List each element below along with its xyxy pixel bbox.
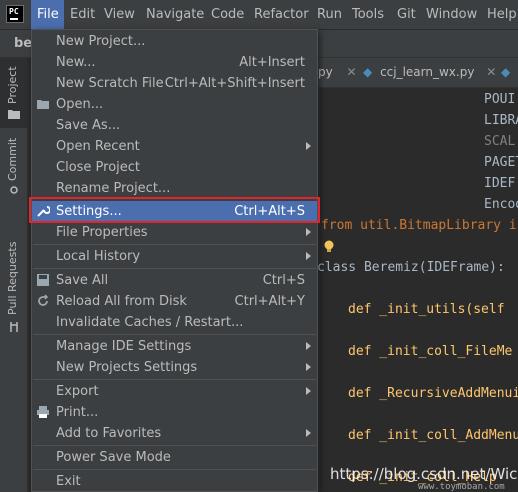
menu-code[interactable]: Code [211,0,244,30]
menu-separator [33,244,316,245]
submenu-arrow-icon [306,363,311,371]
commit-icon [10,186,18,194]
menu-item-manage-ide-settings[interactable]: Manage IDE Settings [32,336,317,357]
python-file-icon: ◆ [363,65,373,79]
menu-item-power-save-mode[interactable]: Power Save Mode [32,447,317,468]
code-line-class: class Beremiz(IDEFrame): [317,260,505,275]
tool-tab-project-label: Project [6,66,19,104]
menu-item-open-recent[interactable]: Open Recent [32,136,317,157]
menu-item-open[interactable]: Open... [32,94,317,115]
submenu-arrow-icon [306,228,311,236]
code-text: class Beremiz(IDEFrame): [317,260,505,275]
code-text: def _init_coll_FileMe [348,344,513,359]
editor-tab[interactable]: py ✕ [318,58,357,87]
code-line-def: def _init_utils(self [348,302,505,317]
code-text: from util.BitmapLibrary i [321,218,517,233]
menu-run[interactable]: Run [317,0,342,30]
code-token: IDEF [484,176,516,191]
menu-item-new[interactable]: New... Alt+Insert [32,52,317,73]
submenu-arrow-icon [306,429,311,437]
settings-highlight-box [29,197,320,223]
code-line-def: def _init_coll_AddMenu [348,428,518,443]
code-token: POUI [484,92,516,107]
close-icon[interactable]: ✕ [486,65,496,79]
menu-help[interactable]: Help [487,0,517,30]
lightbulb-icon[interactable] [324,240,334,253]
reload-icon [38,294,49,306]
menu-file[interactable]: File [31,0,64,30]
menu-bar: PC File Edit View Navigate Code Refactor… [0,0,518,30]
print-icon [37,406,49,418]
code-token: Encod [484,197,518,212]
menu-item-save-as[interactable]: Save As... [32,115,317,136]
menu-window[interactable]: Window [426,0,477,30]
menu-edit[interactable]: Edit [70,0,95,30]
menu-item-print[interactable]: Print... [32,402,317,423]
code-text: def _init_utils(self [348,302,505,317]
code-text: def _init_coll_AddMenu [348,428,518,443]
tool-tab-pull-requests-label: Pull Requests [6,241,19,315]
python-file-icon[interactable]: ◆ [501,58,510,87]
menu-view[interactable]: View [104,0,135,30]
menu-separator [33,268,316,269]
folder-icon [37,100,49,109]
menu-item-save-all[interactable]: Save All Ctrl+S [32,270,317,291]
code-token: PAGET [484,155,518,170]
menu-git[interactable]: Git [397,0,416,30]
menu-item-export[interactable]: Export [32,381,317,402]
menu-item-invalidate-caches[interactable]: Invalidate Caches / Restart... [32,312,317,333]
menu-tools[interactable]: Tools [352,0,384,30]
submenu-arrow-icon [306,142,311,150]
menu-item-add-to-favorites[interactable]: Add to Favorites [32,423,317,444]
menu-item-close-project[interactable]: Close Project [32,157,317,178]
menu-refactor[interactable]: Refactor [254,0,309,30]
save-icon [37,274,49,286]
close-icon[interactable]: ✕ [347,65,357,79]
code-line-def: def _RecursiveAddMenui [348,386,518,401]
pull-request-icon [10,322,18,332]
code-token: SCAL [484,134,516,149]
menu-item-local-history[interactable]: Local History [32,246,317,267]
watermark-small: www.toymoban.com [418,482,505,492]
tool-tab-commit-label: Commit [6,137,19,181]
tab-label: ccj_learn_wx.py [380,65,475,79]
menu-item-exit[interactable]: Exit [32,471,317,492]
menu-item-new-projects-settings[interactable]: New Projects Settings [32,357,317,378]
code-line-def: def _init_coll_FileMe [348,344,512,359]
menu-item-file-properties[interactable]: File Properties [32,222,317,243]
watermark: https://blog.csdn.net/Wicoi [330,465,518,483]
code-text: def _RecursiveAddMenui [348,386,518,401]
menu-item-reload-all-from-disk[interactable]: Reload All from Disk Ctrl+Alt+Y [32,291,317,312]
left-tool-strip: Project Commit Pull Requests [0,58,28,492]
code-token: LIBRA [484,113,518,128]
menu-separator [33,445,316,446]
submenu-arrow-icon [306,387,311,395]
tool-tab-commit[interactable]: Commit [0,133,28,213]
editor-tabs: py ✕ ◆ ccj_learn_wx.py ✕ ◆ [317,58,518,88]
code-line-import: from util.BitmapLibrary i [321,218,517,233]
menu-navigate[interactable]: Navigate [146,0,204,30]
menu-separator [33,334,316,335]
menu-separator [33,379,316,380]
file-menu-dropdown: New Project... New... Alt+Insert New Scra… [31,29,318,492]
tool-tab-pull-requests[interactable]: Pull Requests [0,213,28,343]
menu-item-new-scratch-file[interactable]: New Scratch File Ctrl+Alt+Shift+Insert [32,73,317,94]
folder-icon [8,110,20,119]
submenu-arrow-icon [306,342,311,350]
menu-item-new-project[interactable]: New Project... [32,31,317,52]
submenu-arrow-icon [306,252,311,260]
menu-item-rename-project[interactable]: Rename Project... [32,178,317,199]
tab-label: py [318,65,333,79]
editor-tab[interactable]: ◆ ccj_learn_wx.py ✕ [363,58,496,87]
tool-tab-project[interactable]: Project [0,58,28,128]
pycharm-logo-icon: PC [6,5,24,23]
menu-separator [33,469,316,470]
